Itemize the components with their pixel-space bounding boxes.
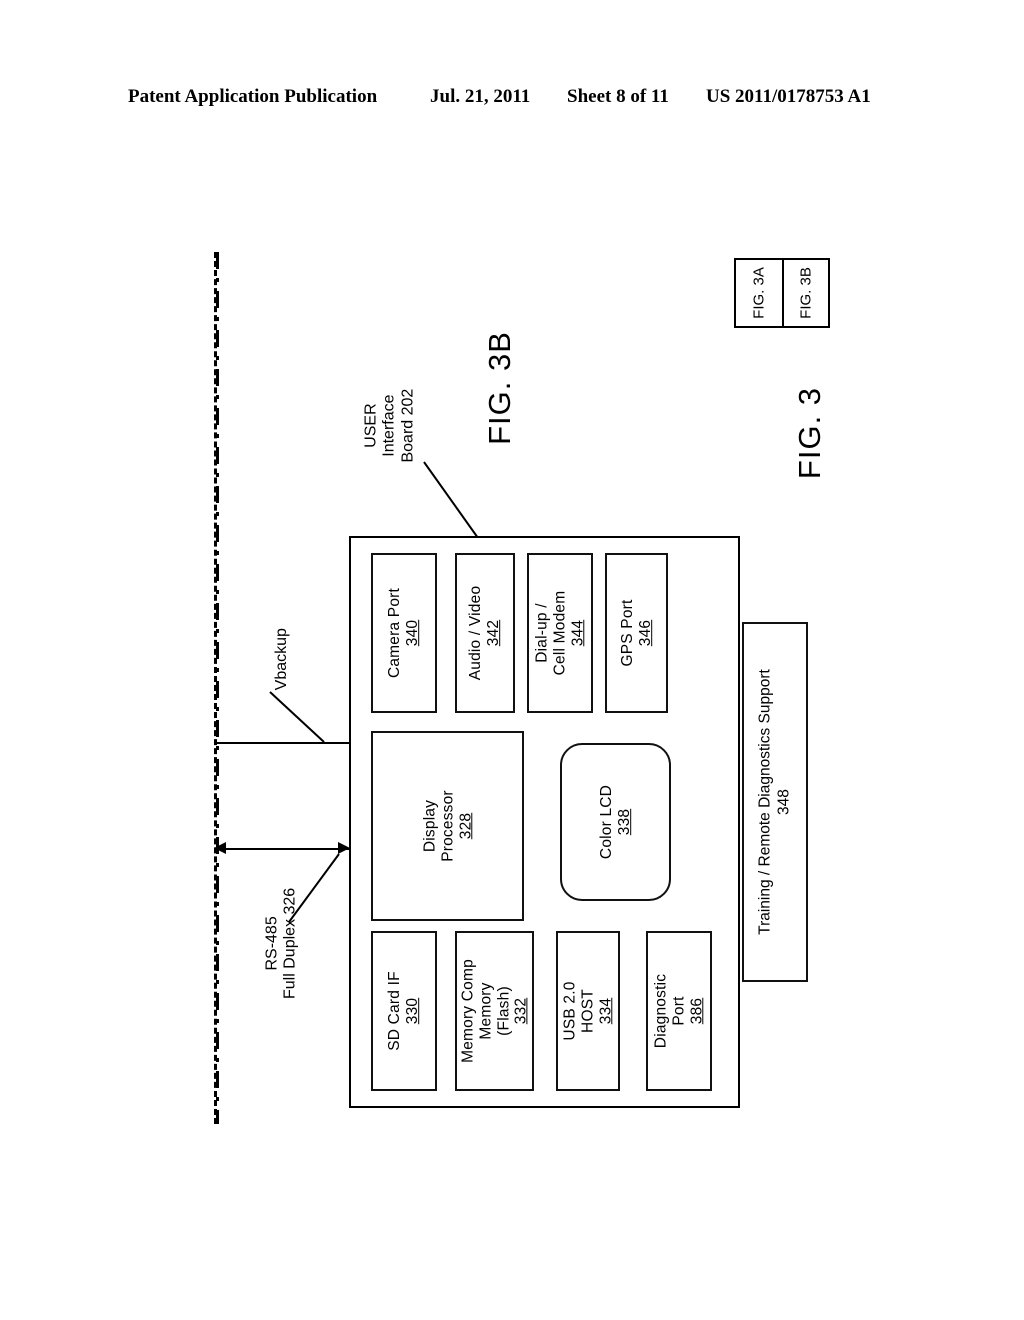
vbackup-label: Vbackup — [272, 628, 290, 691]
component-cell-modem: Dial-up / Cell Modem 344 — [527, 553, 593, 713]
component-memory-flash: Memory Comp Memory (Flash) 332 — [455, 931, 534, 1091]
component-sd-card-interface: SD Card IF 330 — [371, 931, 437, 1091]
rs485-label: RS-485 Full Duplex 326 — [263, 887, 299, 999]
component-usb-host: USB 2.0 HOST 334 — [556, 931, 620, 1091]
component-diagnostic-port: Diagnostic Port 386 — [646, 931, 712, 1091]
figure-key-cell-3a: FIG. 3A — [750, 267, 768, 319]
component-display-processor: Display Processor 328 — [371, 731, 524, 921]
board-leader-line — [423, 461, 479, 539]
component-audio-video: Audio / Video 342 — [455, 553, 515, 713]
rs485-arrow-left — [214, 842, 226, 854]
component-color-lcd: Color LCD 338 — [560, 743, 671, 901]
figure-key-box: FIG. 3A FIG. 3B — [734, 258, 830, 328]
component-gps-port: GPS Port 346 — [605, 553, 668, 713]
component-training-remote-diagnostics-support: Training / Remote Diagnostics Support 34… — [742, 622, 808, 982]
figure-title-3: FIG. 3 — [792, 386, 827, 480]
component-camera-port: Camera Port 340 — [371, 553, 437, 713]
boundary-dash-dot-line — [214, 252, 219, 1124]
rs485-connector-line — [222, 848, 350, 850]
patent-figure: Vbackup RS-485 Full Duplex 326 USER Inte… — [0, 0, 1024, 1320]
user-interface-board-callout: USER Interface Board 202 — [362, 388, 417, 463]
figure-title-3b: FIG. 3B — [482, 331, 517, 445]
figure-key-cell-3b: FIG. 3B — [782, 260, 828, 326]
